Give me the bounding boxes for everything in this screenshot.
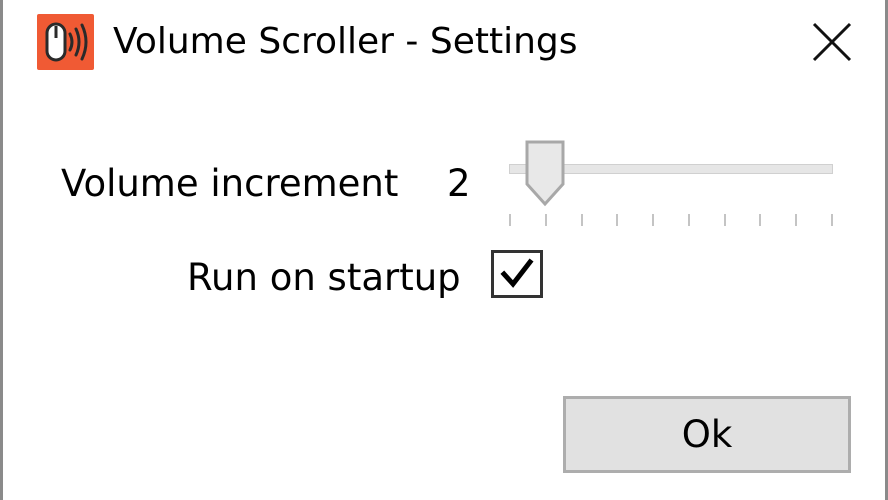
title-bar: Volume Scroller - Settings — [3, 0, 885, 86]
volume-increment-label: Volume increment — [61, 162, 399, 205]
slider-ticks — [509, 214, 833, 226]
slider-tick — [688, 214, 690, 226]
slider-tick — [545, 214, 547, 226]
checkmark-icon — [500, 258, 534, 288]
slider-tick — [509, 214, 511, 226]
close-button[interactable] — [793, 6, 871, 78]
volume-increment-value: 2 — [447, 162, 471, 205]
slider-tick — [616, 214, 618, 226]
slider-tick — [724, 214, 726, 226]
slider-tick — [581, 214, 583, 226]
volume-increment-slider[interactable] — [487, 138, 839, 230]
mouse-volume-icon — [37, 14, 94, 70]
slider-tick — [759, 214, 761, 226]
settings-window: Volume Scroller - Settings Volume increm… — [0, 0, 888, 500]
window-title: Volume Scroller - Settings — [113, 21, 578, 62]
run-on-startup-checkbox[interactable] — [491, 250, 543, 298]
slider-tick — [831, 214, 833, 226]
ok-button[interactable]: Ok — [563, 396, 851, 473]
slider-tick — [652, 214, 654, 226]
close-icon[interactable] — [812, 22, 852, 62]
slider-thumb[interactable] — [523, 138, 567, 208]
run-on-startup-label: Run on startup — [187, 256, 461, 299]
slider-tick — [795, 214, 797, 226]
